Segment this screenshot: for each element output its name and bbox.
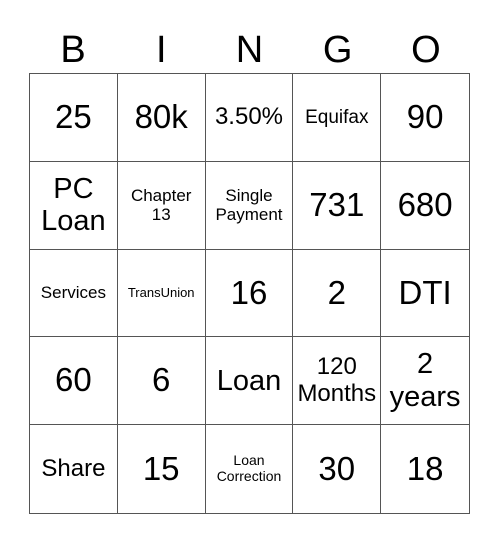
bingo-cell-text: Equifax [305,106,369,128]
bingo-cell[interactable]: 30 [293,425,382,513]
bingo-cell[interactable]: Chapter 13 [117,161,206,250]
bingo-cell-text: 18 [406,449,444,487]
header-letter-b: B [60,29,86,71]
bingo-cell-text: 90 [406,97,444,135]
bingo-cell[interactable]: 120 Months [293,337,382,426]
bingo-cell[interactable]: 16 [205,249,294,338]
bingo-cell-text: 120 Months [297,352,377,407]
bingo-cell-text: PC Loan [41,172,106,238]
header-letter-i: I [156,29,167,71]
bingo-cell[interactable]: PC Loan [30,161,118,250]
bingo-cell-text: Loan Correction [216,452,282,485]
bingo-cell-text: 3.50% [214,102,284,130]
bingo-cell[interactable]: 6 [117,337,206,426]
bingo-cell[interactable]: 731 [293,161,382,250]
bingo-cell[interactable]: TransUnion [117,249,206,338]
header-letter-g: G [322,29,353,71]
bingo-cell[interactable]: 3.50% [205,74,294,162]
bingo-cell-text: 15 [142,449,180,487]
bingo-cell-text: 25 [55,97,92,135]
bingo-cell[interactable]: Equifax [293,74,382,162]
bingo-cell-text: 16 [230,273,268,311]
bingo-cell-text: Loan [216,364,282,397]
bingo-cell[interactable]: 25 [30,74,118,162]
bingo-cell[interactable]: Single Payment [205,161,294,250]
bingo-cell-text: TransUnion [127,284,195,300]
bingo-cell-text: 680 [397,185,453,223]
bingo-cell-text: DTI [398,273,452,311]
header-letter-o: O [411,29,441,71]
bingo-cell-text: 30 [318,449,356,487]
bingo-cell[interactable]: 15 [118,425,206,513]
bingo-cell[interactable]: 80k [117,74,206,162]
bingo-cell[interactable]: 60 [30,337,118,426]
bingo-cell-text: 80k [134,97,188,135]
bingo-cell-text: 6 [152,361,171,399]
bingo-cell-text: 2 [327,273,346,311]
bingo-cell[interactable]: 2 [293,249,382,338]
bingo-cell[interactable]: Share [30,425,118,513]
bingo-cell-text: Services [40,283,106,303]
bingo-cell[interactable]: Loan Correction [206,425,294,513]
bingo-cell-text: 60 [55,361,92,399]
bingo-cell[interactable]: 18 [381,425,469,513]
bingo-cell[interactable]: 2 years [381,337,469,426]
bingo-cell[interactable]: 680 [381,162,469,250]
bingo-grid: 25 80k 3.50% Equifax 90 PC Loan Chapter 13 Sing… [29,73,470,514]
bingo-cell[interactable]: 90 [381,74,469,162]
bingo-cell[interactable]: DTI [381,250,469,338]
bingo-cell-text: 731 [309,185,365,223]
bingo-cell-text: 2 years [389,348,461,413]
bingo-cell-text: Share [41,454,106,482]
bingo-cell-text: Single Payment [215,186,283,225]
bingo-cell[interactable]: Loan [205,337,294,426]
bingo-header: B I N G O [29,28,470,72]
bingo-cell[interactable]: Services [30,249,118,338]
bingo-cell-text: Chapter 13 [130,186,192,225]
header-letter-n: N [235,29,264,71]
